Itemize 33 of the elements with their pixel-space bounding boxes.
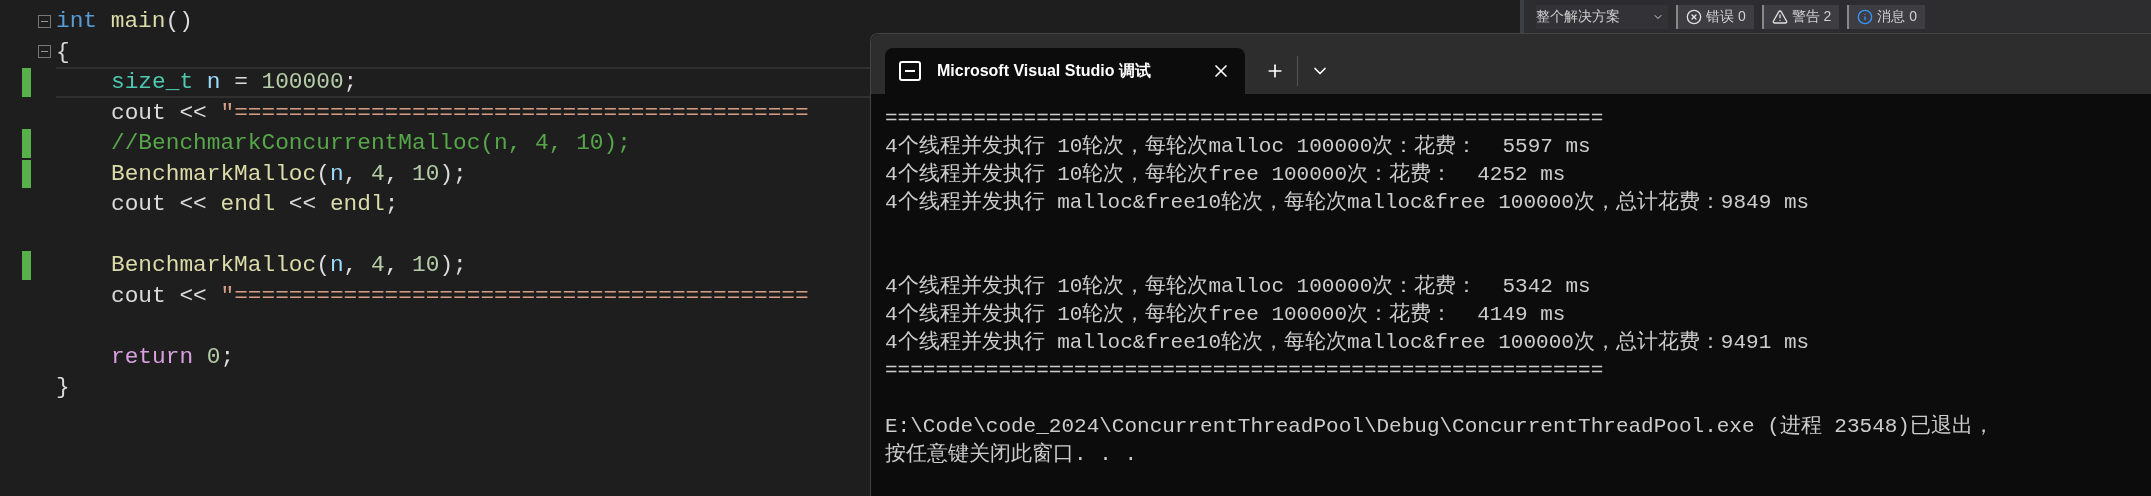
error-icon (1686, 8, 1702, 25)
console-line: ========================================================= (885, 106, 1604, 132)
console-icon (899, 61, 921, 81)
tab-title: Microsoft Visual Studio 调试 (937, 61, 1151, 81)
warning-icon (1771, 8, 1788, 25)
console-line: 4个线程并发执行 10轮次，每轮次free 100000次：花费： 4149 ms (885, 301, 1566, 328)
code-line: BenchmarkMalloc(n, 4, 10); (111, 251, 467, 280)
code-line: size_t n = 100000; (111, 68, 358, 97)
console-line: 4个线程并发执行 10轮次，每轮次free 100000次：花费： 4252 ms (885, 161, 1566, 188)
terminal-tab[interactable]: Microsoft Visual Studio 调试 (885, 48, 1245, 94)
console-line: 4个线程并发执行 malloc&free10轮次，每轮次malloc&free 100000次，总计花费：9491 ms (885, 329, 1810, 356)
code-line: { (56, 37, 70, 67)
code-line: return 0; (111, 342, 235, 372)
console-line: ========================================================= (885, 358, 1604, 384)
code-line: } (56, 373, 70, 402)
code-line: BenchmarkMalloc(n, 4, 10); (111, 159, 467, 189)
filter-button[interactable]: 警告 2 (1761, 4, 1840, 29)
console-line: 按任意键关闭此窗口. . . (885, 441, 1137, 468)
code-line: cout << "========================================== (111, 98, 809, 128)
console-line: 4个线程并发执行 10轮次，每轮次malloc 100000次：花费： 5342 ms (885, 273, 1591, 300)
console-line: 4个线程并发执行 malloc&free10轮次，每轮次malloc&free 100000次，总计花费：9849 ms (885, 189, 1810, 216)
collapse-icon[interactable] (37, 14, 51, 28)
code-line: cout << "========================================== (111, 281, 809, 311)
console-line: 4个线程并发执行 10轮次，每轮次malloc 100000次：花费： 5597 ms (885, 133, 1591, 160)
code-line: int main() (56, 7, 193, 36)
filter-button[interactable]: 错误 0 (1676, 4, 1754, 29)
info-icon (1857, 8, 1874, 25)
filter-button[interactable]: 消息 0 (1847, 4, 1926, 29)
code-line: cout << endl << endl; (111, 190, 399, 219)
scope-dropdown[interactable]: 整个解决方案 (1536, 4, 1668, 29)
console-line: E:\Code\code_2024\ConcurrentThreadPool\Debug\ConcurrentThreadPool.exe (进程 23548)已退出， (885, 413, 1994, 440)
code-line: //BenchmarkConcurrentMalloc(n, 4, 10); (111, 129, 631, 158)
collapse-icon[interactable] (37, 45, 51, 59)
